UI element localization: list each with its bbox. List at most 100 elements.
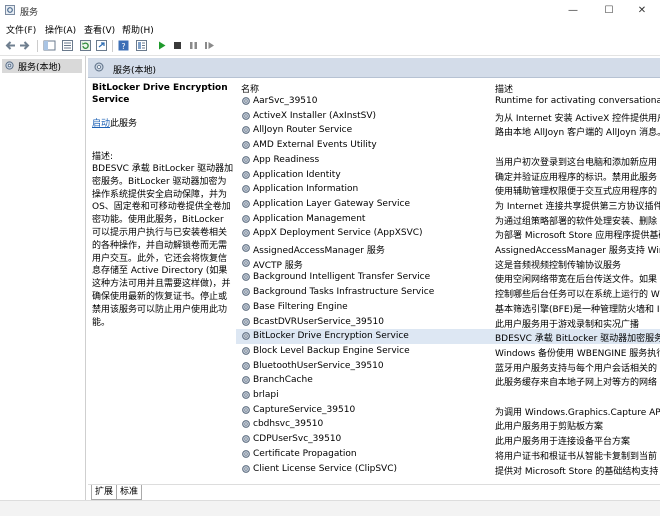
service-description: 基本筛选引擎(BFE)是一种管理防火墙和 In xyxy=(495,304,660,315)
table-row[interactable]: BluetoothUserService_39510 蓝牙用户服务支持与每个用户会… xyxy=(236,359,660,374)
service-description: 为通过组策略部署的软件处理安装、删除 xyxy=(495,216,658,227)
table-row[interactable]: CDPUserSvc_39510 此用户服务用于连接设备平台方案 xyxy=(236,432,660,447)
table-row[interactable]: cbdhsvc_39510 此用户服务用于剪贴板方案 xyxy=(236,417,660,432)
service-name: BitLocker Drive Encryption Service xyxy=(253,331,409,342)
service-description: 为从 Internet 安装 ActiveX 控件提供用户 xyxy=(495,113,660,124)
service-gear-icon xyxy=(242,449,250,458)
start-service-link[interactable]: 启动 xyxy=(92,119,110,129)
forward-arrow-icon[interactable] xyxy=(18,39,31,52)
service-name: AssignedAccessManager 服务 xyxy=(253,246,385,256)
table-row[interactable]: AssignedAccessManager 服务 AssignedAccessMa… xyxy=(236,241,660,256)
service-description: 使用辅助管理权限便于交互式应用程序的 xyxy=(495,187,658,198)
content-header: 服务(本地) xyxy=(88,58,660,78)
toolbar: ? xyxy=(0,37,660,56)
services-gear-icon xyxy=(94,62,104,72)
service-gear-icon xyxy=(242,346,250,355)
start-service-icon[interactable] xyxy=(155,39,168,52)
services-list[interactable]: 名称 描述 AarSvc_39510 Runtime for activating… xyxy=(236,77,660,489)
back-arrow-icon[interactable] xyxy=(4,39,17,52)
refresh-icon[interactable] xyxy=(79,39,92,52)
table-row[interactable]: brlapi xyxy=(236,388,660,403)
close-button[interactable]: ✕ xyxy=(624,0,660,22)
table-row[interactable]: BitLocker Drive Encryption Service BDESVC… xyxy=(236,329,660,344)
service-name: CaptureService_39510 xyxy=(253,404,356,415)
table-row[interactable]: AVCTP 服务 这是音频视频控制传输协议服务 xyxy=(236,256,660,271)
service-name: Application Identity xyxy=(253,169,341,180)
console-tree: 服务(本地) xyxy=(0,56,86,510)
service-gear-icon xyxy=(242,391,250,399)
table-row[interactable]: Background Intelligent Transfer Service 使… xyxy=(236,270,660,285)
service-gear-icon xyxy=(242,435,250,443)
tree-item-label: 服务(本地) xyxy=(18,63,62,73)
service-description: 提供对 Microsoft Store 的基础结构支持 xyxy=(495,466,659,477)
service-gear-icon xyxy=(242,273,250,282)
help-icon[interactable]: ? xyxy=(117,39,130,52)
properties-sheet-icon[interactable] xyxy=(61,39,74,52)
table-row[interactable]: BranchCache 此服务缓存来自本地子网上对等方的网络 xyxy=(236,373,660,388)
service-name: Application Management xyxy=(253,213,366,224)
service-name: AppX Deployment Service (AppXSVC) xyxy=(253,228,423,239)
table-row[interactable]: App Readiness 当用户初次登录到这台电脑和添加新应用 xyxy=(236,153,660,168)
table-row[interactable]: BcastDVRUserService_39510 此用户服务用于游戏录制和实况广… xyxy=(236,315,660,330)
console-tree-icon[interactable] xyxy=(43,39,56,52)
service-name: BluetoothUserService_39510 xyxy=(253,360,384,371)
table-row[interactable]: ActiveX Installer (AxInstSV) 为从 Internet … xyxy=(236,109,660,124)
table-row[interactable]: AllJoyn Router Service 路由本地 AllJoyn 客户端的 … xyxy=(236,123,660,138)
table-row[interactable]: Application Management 为通过组策略部署的软件处理安装、删除 xyxy=(236,212,660,227)
maximize-button[interactable]: ☐ xyxy=(591,0,627,22)
title-bar: 服务 — ☐ ✕ xyxy=(0,0,660,22)
service-description: 使用空闲网络带宽在后台传送文件。如果 xyxy=(495,275,658,286)
service-description: 确定并验证应用程序的标识。禁用此服务 xyxy=(495,172,658,183)
table-row[interactable]: CaptureService_39510 为调用 Windows.Graphics… xyxy=(236,403,660,418)
service-description: 为 Internet 连接共享提供第三方协议插件 xyxy=(495,201,660,212)
stop-service-icon[interactable] xyxy=(171,39,184,52)
service-gear-icon xyxy=(242,332,250,341)
export-list-icon[interactable] xyxy=(95,39,108,52)
table-row[interactable]: Application Identity 确定并验证应用程序的标识。禁用此服务 xyxy=(236,168,660,183)
minimize-button[interactable]: — xyxy=(555,0,591,22)
tab-standard[interactable]: 标准 xyxy=(116,485,143,500)
table-row[interactable]: Application Layer Gateway Service 为 Inter… xyxy=(236,197,660,212)
content-header-title: 服务(本地) xyxy=(113,66,157,76)
service-name: Certificate Propagation xyxy=(253,448,357,459)
table-row[interactable]: Application Information 使用辅助管理权限便于交互式应用程序… xyxy=(236,182,660,197)
menu-action[interactable]: 操作(A) xyxy=(45,23,76,36)
service-gear-icon xyxy=(242,317,250,326)
table-row[interactable]: AarSvc_39510 Runtime for activating conve… xyxy=(236,94,660,109)
table-row[interactable]: AppX Deployment Service (AppXSVC) 为部署 Mic… xyxy=(236,226,660,241)
service-gear-icon xyxy=(242,288,250,296)
service-name: Background Tasks Infrastructure Service xyxy=(253,287,435,298)
service-gear-icon xyxy=(242,141,250,149)
details-view-icon[interactable] xyxy=(135,39,148,52)
service-gear-icon xyxy=(242,111,250,120)
menu-view[interactable]: 查看(V) xyxy=(84,23,115,36)
service-description: 蓝牙用户服务支持与每个用户会话相关的 xyxy=(495,363,658,374)
service-name: CDPUserSvc_39510 xyxy=(253,434,342,445)
table-row[interactable]: Client License Service (ClipSVC) 提供对 Micr… xyxy=(236,462,660,477)
table-row[interactable]: Block Level Backup Engine Service Windows… xyxy=(236,344,660,359)
menu-file[interactable]: 文件(F) xyxy=(6,23,36,36)
service-description: Runtime for activating conversational ag xyxy=(495,96,660,106)
menu-help[interactable]: 帮助(H) xyxy=(122,23,154,36)
service-description: 这是音频视频控制传输协议服务 xyxy=(495,260,622,271)
service-description: 此用户服务用于剪贴板方案 xyxy=(495,422,604,433)
service-name: App Readiness xyxy=(253,154,320,165)
service-gear-icon xyxy=(242,405,250,414)
window-title: 服务 xyxy=(20,8,39,18)
table-row[interactable]: Certificate Propagation 将用户证书和根证书从智能卡复制到当… xyxy=(236,447,660,462)
service-name: Application Information xyxy=(253,184,359,195)
restart-service-icon[interactable] xyxy=(203,39,216,52)
service-gear-icon xyxy=(242,361,250,370)
table-row[interactable]: Base Filtering Engine 基本筛选引擎(BFE)是一种管理防火墙… xyxy=(236,300,660,315)
menu-bar: 文件(F) 操作(A) 查看(V) 帮助(H) xyxy=(0,22,660,37)
table-row[interactable]: Background Tasks Infrastructure Service 控… xyxy=(236,285,660,300)
pause-service-icon[interactable] xyxy=(187,39,200,52)
service-name: brlapi xyxy=(253,390,279,400)
tree-item-services-local[interactable]: 服务(本地) xyxy=(2,59,82,73)
table-row[interactable]: AMD External Events Utility xyxy=(236,138,660,153)
tab-extended[interactable]: 扩展 xyxy=(91,485,118,500)
service-gear-icon xyxy=(242,185,250,194)
service-gear-icon xyxy=(242,97,250,105)
description-body: BDESVC 承载 BitLocker 驱动器加密服务。BitLocker 驱动… xyxy=(92,164,234,328)
service-name: Block Level Backup Engine Service xyxy=(253,345,410,356)
